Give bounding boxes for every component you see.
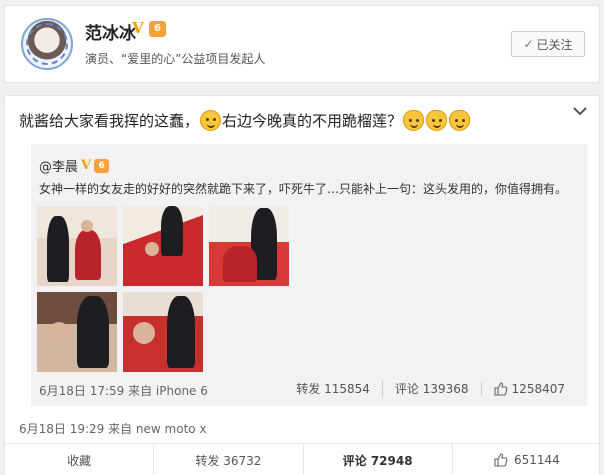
follow-label: 已关注 bbox=[536, 37, 573, 52]
repost-author-name[interactable]: @李晨 bbox=[39, 156, 78, 175]
thumbs-up-icon bbox=[494, 453, 508, 467]
post-text-part2: 右边今晚真的不用跪榴莲？ bbox=[222, 112, 403, 130]
photo-figure bbox=[223, 246, 257, 282]
cat-emoji-icon bbox=[403, 110, 425, 131]
photo-figure bbox=[75, 230, 101, 280]
chevron-down-icon[interactable] bbox=[571, 102, 589, 120]
user-bio: 演员、“爱里的心”公益项目发起人 bbox=[85, 52, 266, 66]
repost-author: @李晨 V 6 bbox=[39, 156, 110, 175]
photo-figure bbox=[167, 296, 195, 368]
repost-button[interactable]: 转发 36732 bbox=[153, 444, 302, 475]
photo-figure bbox=[47, 216, 69, 282]
avatar-ring bbox=[26, 23, 68, 65]
like-count: 651144 bbox=[513, 453, 560, 467]
photo-figure bbox=[81, 220, 93, 232]
photo-thumbnail[interactable] bbox=[209, 206, 289, 286]
reposted-weibo: @李晨 V 6 女神一样的女友走的好好的突然就跪下来了，吓死牛了…只能补上一句：… bbox=[31, 144, 587, 406]
avatar[interactable] bbox=[21, 18, 73, 70]
follow-button[interactable]: ✓ 已关注 bbox=[511, 31, 585, 57]
photo-thumbnail[interactable] bbox=[37, 206, 117, 286]
user-name[interactable]: 范冰冰 bbox=[85, 19, 136, 44]
repost-meta[interactable]: 6月18日 17:59 来自 iPhone 6 bbox=[39, 382, 208, 399]
repost-vip-badge: 6 bbox=[94, 158, 110, 173]
photo-figure bbox=[161, 206, 183, 256]
repost-label: 转发 36732 bbox=[195, 453, 262, 468]
like-button[interactable]: 651144 bbox=[451, 444, 601, 475]
favorite-button[interactable]: 收藏 bbox=[5, 444, 153, 475]
photo-thumbnail[interactable] bbox=[123, 206, 203, 286]
photo-figure bbox=[133, 322, 155, 344]
post-text: 就酱给大家看我挥的这蠢， 右边今晚真的不用跪榴莲？ bbox=[19, 110, 471, 131]
photo-figure bbox=[145, 242, 159, 256]
verified-badge: V bbox=[132, 19, 144, 37]
photo-figure bbox=[49, 322, 69, 342]
vip-badge: 6 bbox=[149, 21, 166, 37]
thumbs-up-icon bbox=[493, 381, 507, 396]
photo-figure bbox=[77, 296, 109, 368]
action-bar: 收藏 转发 36732 评论 72948 651144 bbox=[5, 443, 601, 475]
cat-emoji-icon bbox=[449, 110, 471, 131]
post-text-part1: 就酱给大家看我挥的这蠢， bbox=[19, 112, 200, 130]
comment-button[interactable]: 评论 72948 bbox=[302, 444, 452, 475]
favorite-label: 收藏 bbox=[67, 453, 92, 468]
emoji-icon bbox=[200, 110, 222, 131]
photo-thumbnail[interactable] bbox=[123, 292, 203, 372]
repost-comment-count[interactable]: 评论 139368 bbox=[381, 380, 481, 397]
post-meta[interactable]: 6月18日 19:29 来自 new moto x bbox=[19, 420, 207, 437]
post-card: 就酱给大家看我挥的这蠢， 右边今晚真的不用跪榴莲？ @李晨 V 6 女神一样的女… bbox=[4, 95, 601, 475]
profile-card: 范冰冰 V 6 演员、“爱里的心”公益项目发起人 ✓ 已关注 bbox=[4, 5, 600, 83]
repost-like[interactable]: 1258407 bbox=[480, 381, 577, 396]
repost-verified-badge: V bbox=[81, 158, 92, 173]
check-icon: ✓ bbox=[523, 37, 534, 51]
photo-thumbnail[interactable] bbox=[37, 292, 117, 372]
repost-text: 女神一样的女友走的好好的突然就跪下来了，吓死牛了…只能补上一句：这头发用的，你值… bbox=[39, 182, 568, 196]
repost-like-count: 1258407 bbox=[511, 381, 565, 396]
repost-forward-count[interactable]: 转发 115854 bbox=[284, 380, 382, 397]
comment-label: 评论 72948 bbox=[342, 453, 413, 468]
cat-emoji-icon bbox=[426, 110, 448, 131]
repost-stats: 转发 115854 评论 139368 1258407 bbox=[284, 380, 577, 397]
